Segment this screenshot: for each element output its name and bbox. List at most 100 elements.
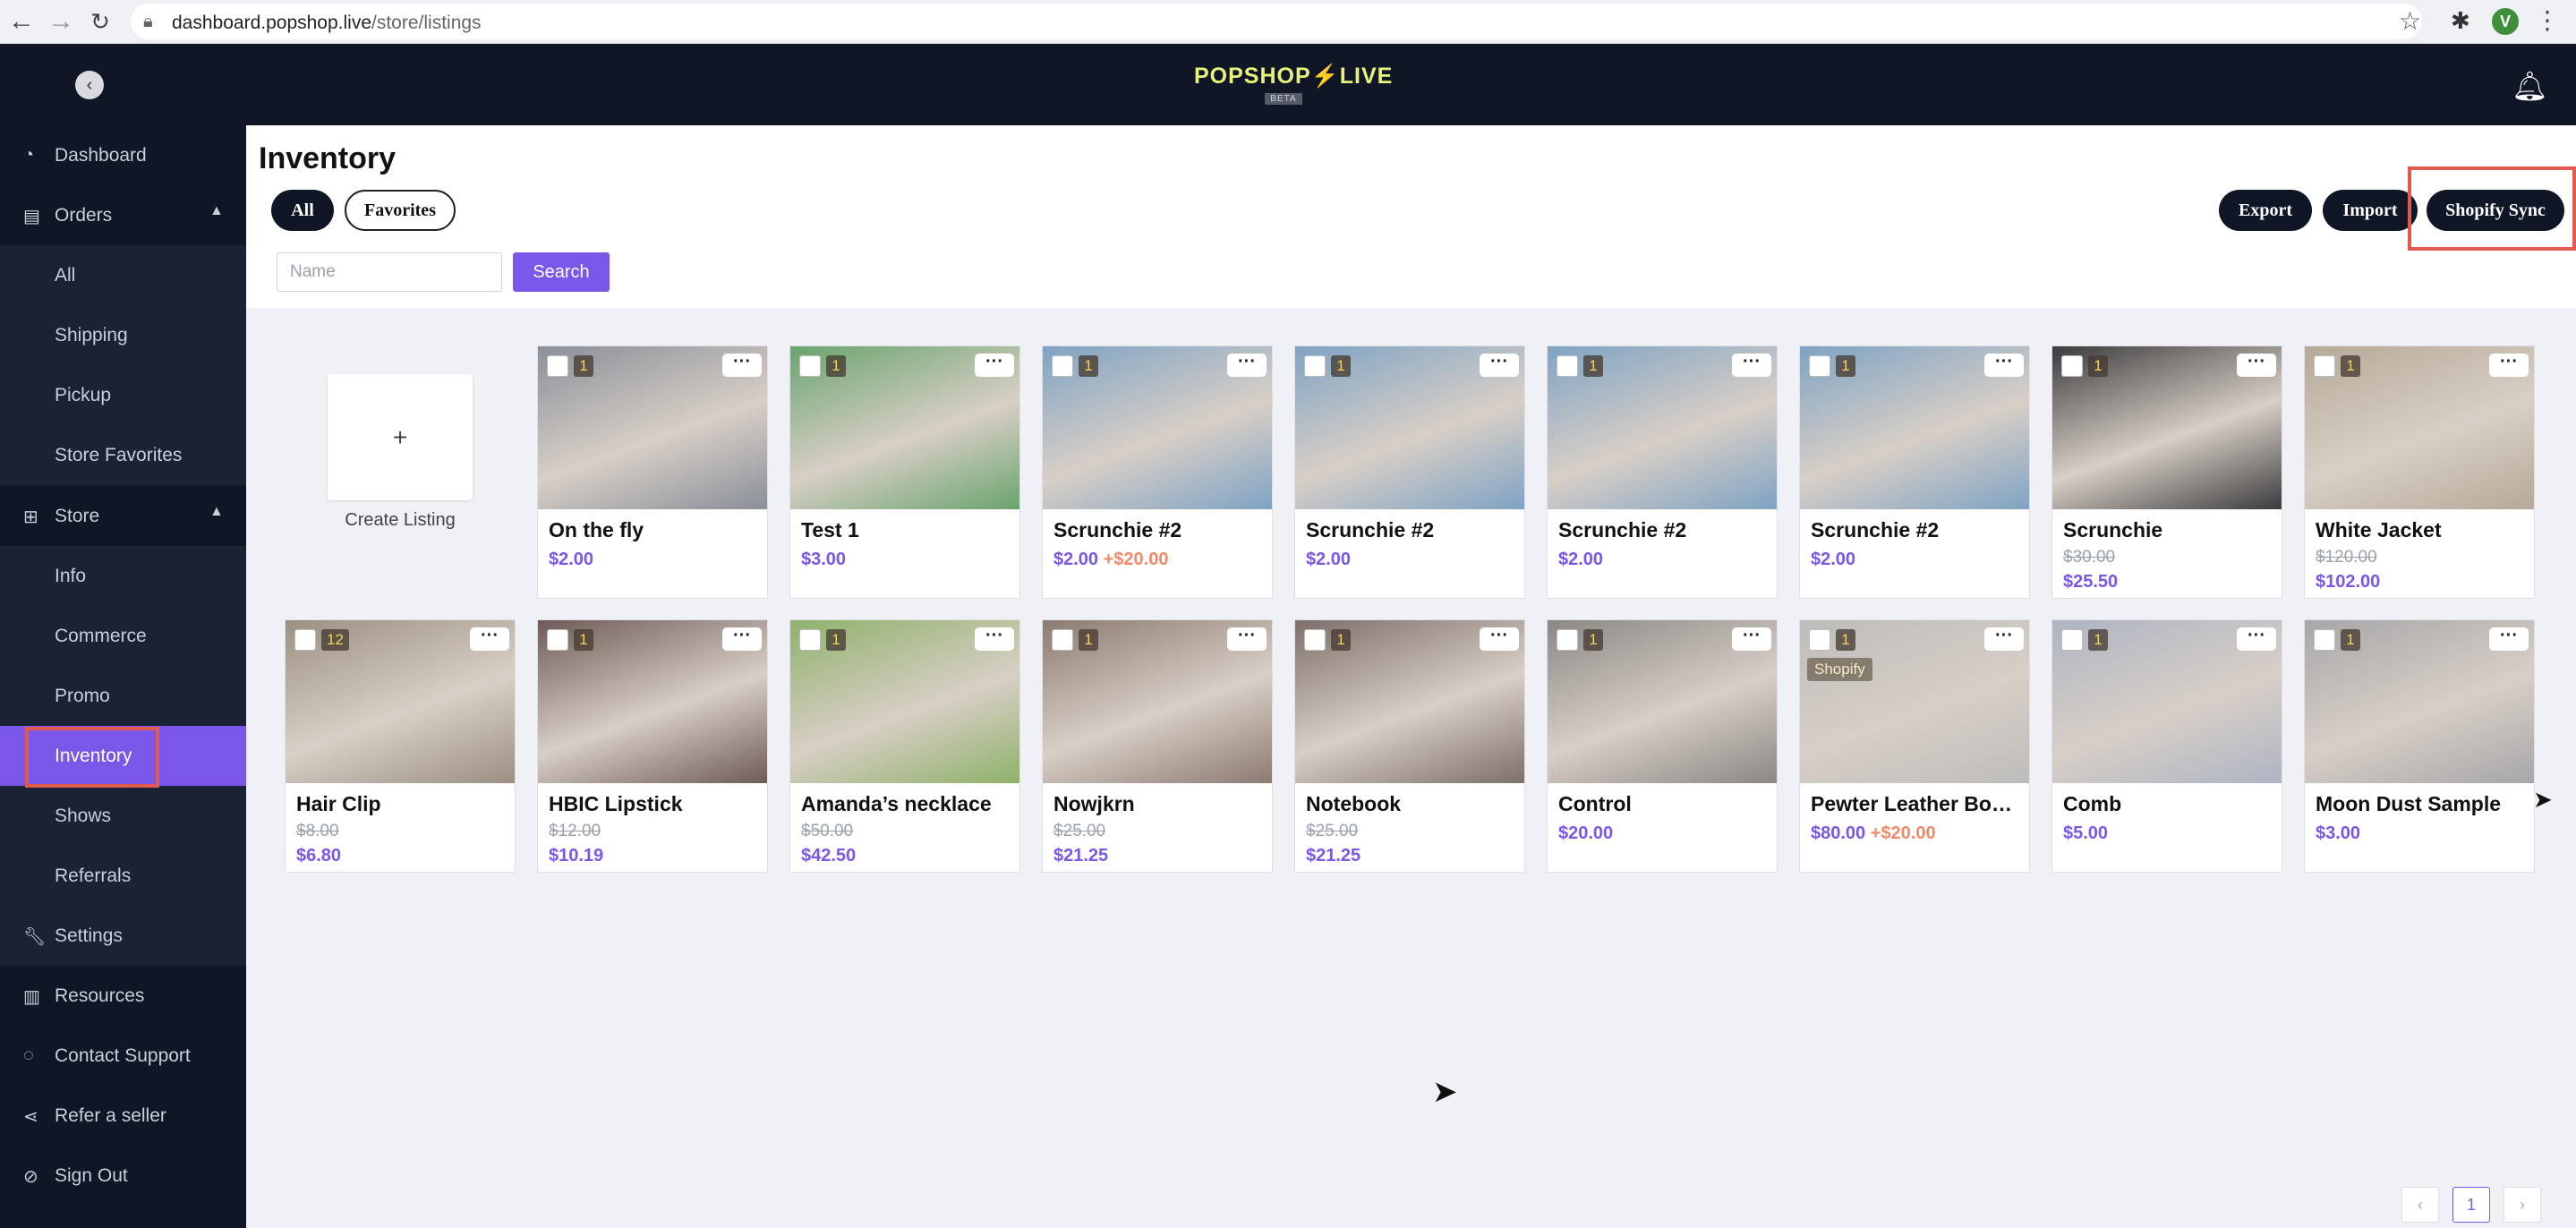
back-arrow-icon[interactable]: ←: [7, 7, 36, 36]
sidebar-item-shows[interactable]: Shows: [0, 786, 246, 846]
listing-select-checkbox[interactable]: [1052, 629, 1073, 651]
filter-all-tab[interactable]: All: [271, 190, 334, 231]
sidebar-item-info[interactable]: Info: [0, 546, 246, 606]
listing-select-checkbox[interactable]: [2061, 355, 2083, 377]
listing-select-checkbox[interactable]: [294, 629, 316, 651]
more-options-icon[interactable]: ···: [722, 627, 762, 651]
listing-card[interactable]: 1 ··· On the fly $2.00: [537, 345, 768, 599]
forward-arrow-icon[interactable]: →: [47, 7, 75, 36]
listing-price: $5.00: [2063, 823, 2109, 843]
listing-card[interactable]: 1 ··· White Jacket $120.00 $102.00: [2304, 345, 2535, 599]
more-options-icon[interactable]: ···: [1227, 353, 1267, 377]
listing-card[interactable]: 1 ··· Scrunchie #2 $2.00: [1799, 345, 2030, 599]
listing-select-checkbox[interactable]: [1557, 355, 1578, 377]
sidebar-item-label: Promo: [55, 686, 110, 706]
more-options-icon[interactable]: ···: [1732, 627, 1771, 651]
pagination-page-1[interactable]: 1: [2452, 1187, 2490, 1223]
logo-beta-badge: BETA: [1265, 93, 1302, 105]
browser-menu-icon[interactable]: ⋮: [2535, 5, 2560, 35]
listing-card[interactable]: 1 ··· Shopify Pewter Leather Bow... $80.00 +…: [1799, 619, 2030, 873]
listing-select-checkbox[interactable]: [547, 629, 568, 651]
listing-select-checkbox[interactable]: [2314, 629, 2335, 651]
search-button[interactable]: Search: [513, 252, 610, 292]
listing-select-checkbox[interactable]: [2061, 629, 2083, 651]
sidebar-item-refer-a-seller[interactable]: ⋖ Refer a seller: [0, 1086, 246, 1146]
profile-avatar[interactable]: V: [2492, 8, 2519, 35]
listing-card[interactable]: 1 ··· Notebook $25.00 $21.25: [1294, 619, 1525, 873]
listing-card[interactable]: 1 ··· HBIC Lipstick $12.00 $10.19: [537, 619, 768, 873]
filter-favorites-tab[interactable]: Favorites: [345, 190, 456, 231]
sidebar-item-store[interactable]: ⊞ Store ▲: [0, 486, 246, 546]
listing-card[interactable]: 1 ··· Moon Dust Sample $3.00: [2304, 619, 2535, 873]
listing-select-checkbox[interactable]: [1304, 629, 1326, 651]
inventory-highlight-box: [25, 727, 159, 788]
more-options-icon[interactable]: ···: [2489, 353, 2529, 377]
listing-select-checkbox[interactable]: [1052, 355, 1073, 377]
pagination-next-button[interactable]: ›: [2503, 1187, 2541, 1223]
reload-icon[interactable]: ↻: [86, 7, 115, 36]
more-options-icon[interactable]: ···: [1732, 353, 1771, 377]
more-options-icon[interactable]: ···: [1480, 353, 1519, 377]
listing-card[interactable]: 1 ··· Scrunchie $30.00 $25.50: [2051, 345, 2282, 599]
listing-card[interactable]: 1 ··· Amanda’s necklace $50.00 $42.50: [789, 619, 1020, 873]
app-header: ‹ POPSHOP⚡LIVE BETA 🔔︎: [0, 44, 2576, 125]
listing-title: Nowjkrn: [1053, 792, 1135, 815]
more-options-icon[interactable]: ···: [1227, 627, 1267, 651]
sidebar-item-promo[interactable]: Promo: [0, 666, 246, 726]
more-options-icon[interactable]: ···: [975, 353, 1014, 377]
address-bar[interactable]: 🔒︎ dashboard.popshop.live/store/listings: [131, 4, 2422, 39]
extensions-puzzle-icon[interactable]: ✱: [2451, 7, 2470, 35]
sidebar-item-commerce[interactable]: Commerce: [0, 606, 246, 666]
listing-price: $6.80: [296, 846, 342, 866]
listing-card[interactable]: 1 ··· Scrunchie #2 $2.00: [1294, 345, 1525, 599]
listing-title: Scrunchie #2: [1306, 518, 1435, 542]
create-listing-button[interactable]: +: [328, 374, 473, 500]
more-options-icon[interactable]: ···: [722, 353, 762, 377]
sidebar-item-resources[interactable]: ▥ Resources: [0, 966, 246, 1026]
more-options-icon[interactable]: ···: [2237, 627, 2276, 651]
more-options-icon[interactable]: ···: [1984, 627, 2024, 651]
sidebar-item-pickup[interactable]: Pickup: [0, 365, 246, 425]
sidebar-item-orders[interactable]: ▤ Orders ▲: [0, 185, 246, 245]
export-button[interactable]: Export: [2219, 190, 2312, 231]
listing-select-checkbox[interactable]: [799, 629, 821, 651]
sidebar-item-store-favorites[interactable]: Store Favorites: [0, 425, 246, 485]
notification-bell-icon[interactable]: 🔔︎: [2512, 69, 2548, 103]
listing-select-checkbox[interactable]: [1809, 355, 1830, 377]
grid-icon: ⊞: [23, 507, 38, 527]
sidebar-item-settings[interactable]: 🔧︎ Settings: [0, 906, 246, 966]
more-options-icon[interactable]: ···: [1984, 353, 2024, 377]
listing-select-checkbox[interactable]: [799, 355, 821, 377]
sidebar-item-orders-all[interactable]: All: [0, 245, 246, 305]
sidebar-item-shipping[interactable]: Shipping: [0, 305, 246, 365]
listing-card[interactable]: 12 ··· Hair Clip $8.00 $6.80: [285, 619, 516, 873]
listing-card[interactable]: 1 ··· Nowjkrn $25.00 $21.25: [1042, 619, 1273, 873]
listing-price-line: $2.00: [1558, 550, 1603, 570]
listing-select-checkbox[interactable]: [1809, 629, 1830, 651]
listing-card[interactable]: 1 ··· Comb $5.00: [2051, 619, 2282, 873]
listing-select-checkbox[interactable]: [2314, 355, 2335, 377]
listing-card[interactable]: 1 ··· Control $20.00: [1547, 619, 1778, 873]
bookmark-star-icon[interactable]: ☆: [2399, 6, 2421, 36]
listing-title: Hair Clip: [296, 792, 381, 815]
sidebar-item-referrals[interactable]: Referrals: [0, 846, 246, 906]
sidebar-item-sign-out[interactable]: ⊘ Sign Out: [0, 1146, 246, 1206]
listing-select-checkbox[interactable]: [547, 355, 568, 377]
sidebar-item-contact-support[interactable]: ◌ Contact Support: [0, 1026, 246, 1086]
name-search-input[interactable]: [277, 252, 502, 292]
more-options-icon[interactable]: ···: [2237, 353, 2276, 377]
more-options-icon[interactable]: ···: [2489, 627, 2529, 651]
more-options-icon[interactable]: ···: [975, 627, 1014, 651]
listing-card[interactable]: 1 ··· Scrunchie #2 $2.00 +$20.00: [1042, 345, 1273, 599]
sidebar-item-dashboard[interactable]: ◔ Dashboard: [0, 125, 246, 185]
listing-select-checkbox[interactable]: [1557, 629, 1578, 651]
more-options-icon[interactable]: ···: [1480, 627, 1519, 651]
sidebar-collapse-button[interactable]: ‹: [75, 71, 104, 99]
more-options-icon[interactable]: ···: [470, 627, 509, 651]
listing-select-checkbox[interactable]: [1304, 355, 1326, 377]
listing-card[interactable]: 1 ··· Scrunchie #2 $2.00: [1547, 345, 1778, 599]
listing-card[interactable]: 1 ··· Test 1 $3.00: [789, 345, 1020, 599]
mouse-cursor-icon: ➤: [1432, 1075, 1458, 1109]
pagination-prev-button[interactable]: ‹: [2401, 1187, 2439, 1223]
import-button[interactable]: Import: [2323, 190, 2418, 231]
